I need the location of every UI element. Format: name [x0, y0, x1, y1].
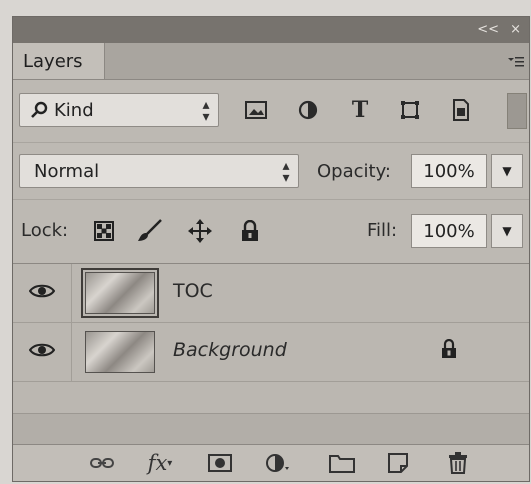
visibility-toggle[interactable]	[13, 264, 72, 322]
panel-footer: fx ▾	[13, 444, 529, 481]
layer-thumbnail[interactable]	[81, 268, 159, 318]
delete-layer-icon[interactable]	[443, 449, 473, 477]
filter-row: Kind ▴ ▾ T	[13, 81, 529, 139]
filter-kind-select[interactable]: Kind ▴ ▾	[19, 93, 219, 127]
blend-mode-select[interactable]: Normal ▴ ▾	[19, 154, 299, 188]
blend-row: Normal ▴ ▾ Opacity: 100% ▼	[13, 142, 529, 199]
image-filter-icon[interactable]	[241, 95, 271, 125]
add-layer-style-icon[interactable]: fx ▾	[145, 449, 175, 477]
lock-label: Lock:	[21, 220, 69, 241]
layer-row[interactable]: Background	[13, 323, 529, 382]
lock-row: Lock: Fill: 100% ▼	[13, 199, 529, 262]
panel-tab-row: Layers	[13, 43, 529, 80]
lock-image-pixels-icon[interactable]	[135, 216, 165, 246]
layers-empty-area[interactable]	[13, 413, 529, 448]
new-layer-icon[interactable]	[383, 449, 413, 477]
link-layers-icon[interactable]	[87, 449, 117, 477]
adjustment-filter-icon[interactable]	[293, 95, 323, 125]
lock-position-icon[interactable]	[185, 216, 215, 246]
panel-menu-icon[interactable]	[505, 53, 527, 71]
new-group-icon[interactable]	[327, 449, 357, 477]
layer-name[interactable]: Background	[173, 339, 287, 361]
fx-label: fx	[147, 451, 168, 475]
fill-label: Fill:	[367, 220, 398, 241]
eye-icon	[28, 283, 56, 303]
fill-value: 100%	[423, 220, 475, 242]
opacity-value: 100%	[423, 160, 475, 182]
chevron-down-icon: ▼	[502, 224, 512, 238]
chevron-updown-icon: ▴ ▾	[202, 97, 210, 125]
type-filter-icon[interactable]: T	[345, 95, 375, 125]
new-adjustment-layer-icon[interactable]	[263, 449, 293, 477]
fill-input[interactable]: 100%	[411, 214, 487, 248]
filter-kind-label: Kind	[54, 99, 94, 121]
layers-list: TOC Background	[13, 263, 529, 414]
tab-layers[interactable]: Layers	[13, 43, 105, 79]
add-mask-icon[interactable]	[205, 449, 235, 477]
lock-all-icon[interactable]	[235, 216, 265, 246]
layer-thumbnail[interactable]	[85, 331, 155, 373]
chevron-down-icon: ▼	[502, 164, 512, 178]
opacity-label: Opacity:	[317, 161, 391, 182]
eye-icon	[28, 342, 56, 362]
lock-transparent-pixels-icon[interactable]	[89, 216, 119, 246]
opacity-dropdown-button[interactable]: ▼	[491, 154, 523, 188]
layers-panel: << × Layers Kind ▴ ▾ T Normal ▴ ▾ Opacit…	[12, 16, 530, 482]
lock-icon	[441, 338, 457, 363]
layer-row[interactable]: TOC	[13, 264, 529, 323]
collapse-icon[interactable]: <<	[477, 22, 499, 37]
opacity-input[interactable]: 100%	[411, 154, 487, 188]
layer-name[interactable]: TOC	[173, 280, 213, 302]
visibility-toggle[interactable]	[13, 323, 72, 381]
filter-toggle-switch[interactable]	[507, 93, 527, 129]
smart-object-filter-icon[interactable]	[445, 95, 475, 125]
chevron-updown-icon: ▴ ▾	[282, 158, 290, 186]
search-icon	[30, 101, 48, 119]
tab-layers-label: Layers	[23, 50, 83, 72]
shape-filter-icon[interactable]	[395, 95, 425, 125]
fill-dropdown-button[interactable]: ▼	[491, 214, 523, 248]
close-icon[interactable]: ×	[510, 22, 521, 37]
blend-mode-label: Normal	[34, 160, 100, 182]
panel-titlebar: << ×	[13, 17, 529, 43]
